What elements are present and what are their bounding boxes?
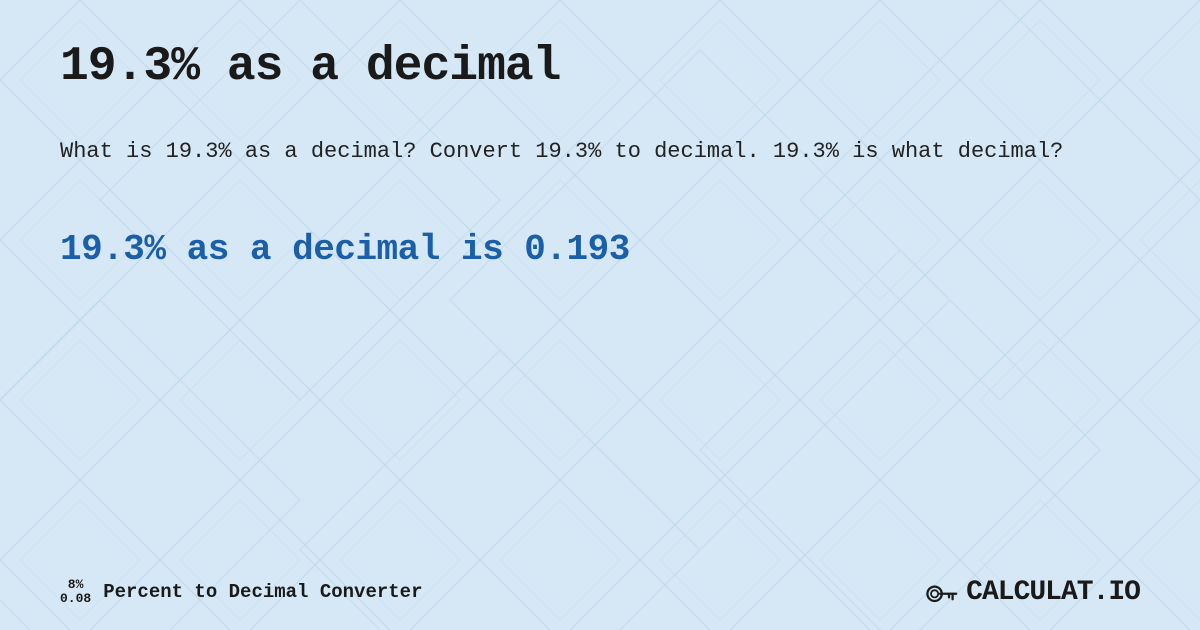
logo-icon bbox=[922, 574, 958, 610]
footer-label: Percent to Decimal Converter bbox=[103, 581, 422, 603]
footer-left: 8% 0.08 Percent to Decimal Converter bbox=[60, 578, 422, 607]
percent-bottom: 0.08 bbox=[60, 592, 91, 606]
result-section: 19.3% as a decimal is 0.193 bbox=[60, 229, 1140, 270]
percent-icon: 8% 0.08 bbox=[60, 578, 91, 607]
result-text: 19.3% as a decimal is 0.193 bbox=[60, 229, 1140, 270]
footer: 8% 0.08 Percent to Decimal Converter CAL… bbox=[60, 574, 1140, 610]
page-title: 19.3% as a decimal bbox=[60, 40, 1140, 94]
description-text: What is 19.3% as a decimal? Convert 19.3… bbox=[60, 134, 1140, 169]
logo-text: CALCULAT.IO bbox=[966, 577, 1140, 608]
logo-area: CALCULAT.IO bbox=[922, 574, 1140, 610]
percent-top: 8% bbox=[68, 578, 84, 592]
